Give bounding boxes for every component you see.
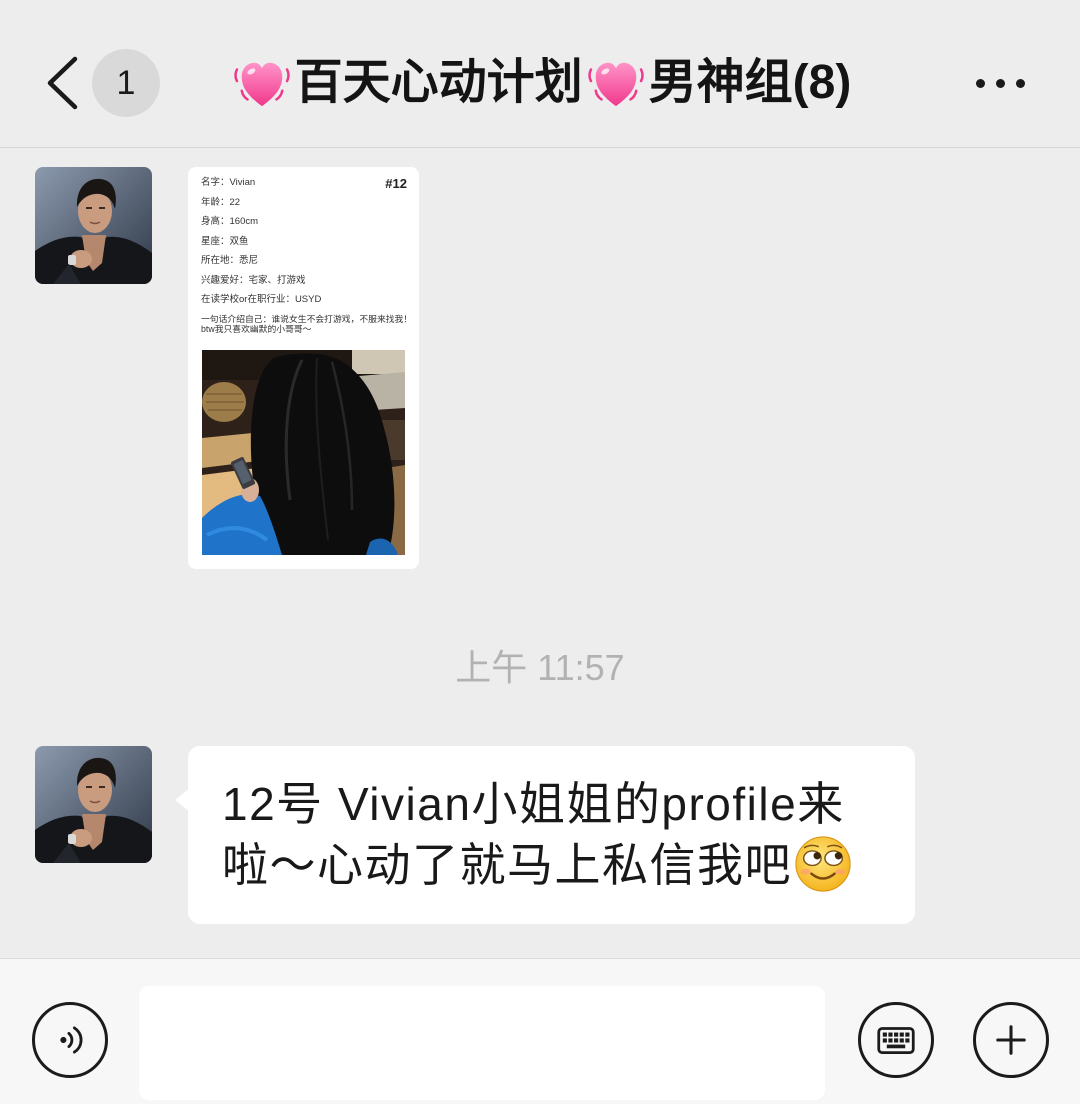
sender-avatar[interactable] <box>35 167 152 284</box>
voice-button[interactable] <box>32 1002 108 1078</box>
image-message[interactable]: #12 名字：Vivian 年龄：22 身高：160cm 星座：双鱼 所在地：悉… <box>188 167 419 569</box>
profile-card-line: 名字：Vivian <box>201 177 256 188</box>
keyboard-icon <box>877 1027 915 1055</box>
more-dots-icon <box>1015 78 1025 88</box>
smirk-emoji-icon <box>795 836 851 892</box>
chat-header: 1 百天心动计划 男神组(8) <box>0 0 1080 148</box>
plus-button[interactable] <box>973 1002 1049 1078</box>
avatar-photo <box>35 167 152 284</box>
bubble-tail <box>175 789 189 811</box>
chevron-left-icon <box>47 56 78 110</box>
message-text: 12号 Vivian小姐姐的profile来啦～心动了就马上私信我吧 <box>222 778 845 891</box>
title-text-team: 男神组(8) <box>648 56 852 109</box>
more-button[interactable] <box>966 66 1034 100</box>
profile-card-line: 身高：160cm <box>201 216 259 227</box>
back-button[interactable]: 1 <box>36 44 166 122</box>
beating-heart-icon <box>587 62 644 107</box>
plus-icon <box>996 1025 1026 1055</box>
sender-avatar[interactable] <box>35 746 152 863</box>
keyboard-button[interactable] <box>858 1002 934 1078</box>
beating-heart-icon <box>233 62 290 107</box>
profile-card-line: 在读学校or在职行业：USYD <box>201 294 322 305</box>
profile-photo <box>202 350 405 555</box>
profile-card-line: 兴趣爱好：宅家、打游戏 <box>201 274 306 286</box>
avatar-photo <box>35 746 152 863</box>
more-dots-icon <box>975 78 985 88</box>
message-timestamp: 上午 11:57 <box>455 647 625 688</box>
profile-intro-line: btw我只喜欢幽默的小哥哥～ <box>201 324 312 334</box>
profile-card-line: 所在地：悉尼 <box>201 255 259 266</box>
voice-icon <box>60 1026 83 1054</box>
chat-title: 百天心动计划 男神组(8) <box>150 49 930 117</box>
profile-card-text: 名字：Vivian 年龄：22 身高：160cm 星座：双鱼 所在地：悉尼 兴趣… <box>201 173 412 335</box>
title-text-group: 百天心动计划 <box>294 56 583 109</box>
input-bar <box>0 958 1080 1104</box>
profile-card-line: 星座：双鱼 <box>201 235 249 247</box>
message-input[interactable] <box>139 986 825 1100</box>
text-message-bubble[interactable]: 12号 Vivian小姐姐的profile来啦～心动了就马上私信我吧 <box>175 746 915 924</box>
profile-intro-line: 一句话介绍自己：谁说女生不会打游戏，不服来找我！ <box>201 313 413 324</box>
profile-intro: 一句话介绍自己：谁说女生不会打游戏，不服来找我！ btw我只喜欢幽默的小哥哥～ <box>201 314 412 335</box>
profile-card-line: 年龄：22 <box>201 196 241 208</box>
more-dots-icon <box>995 78 1005 88</box>
